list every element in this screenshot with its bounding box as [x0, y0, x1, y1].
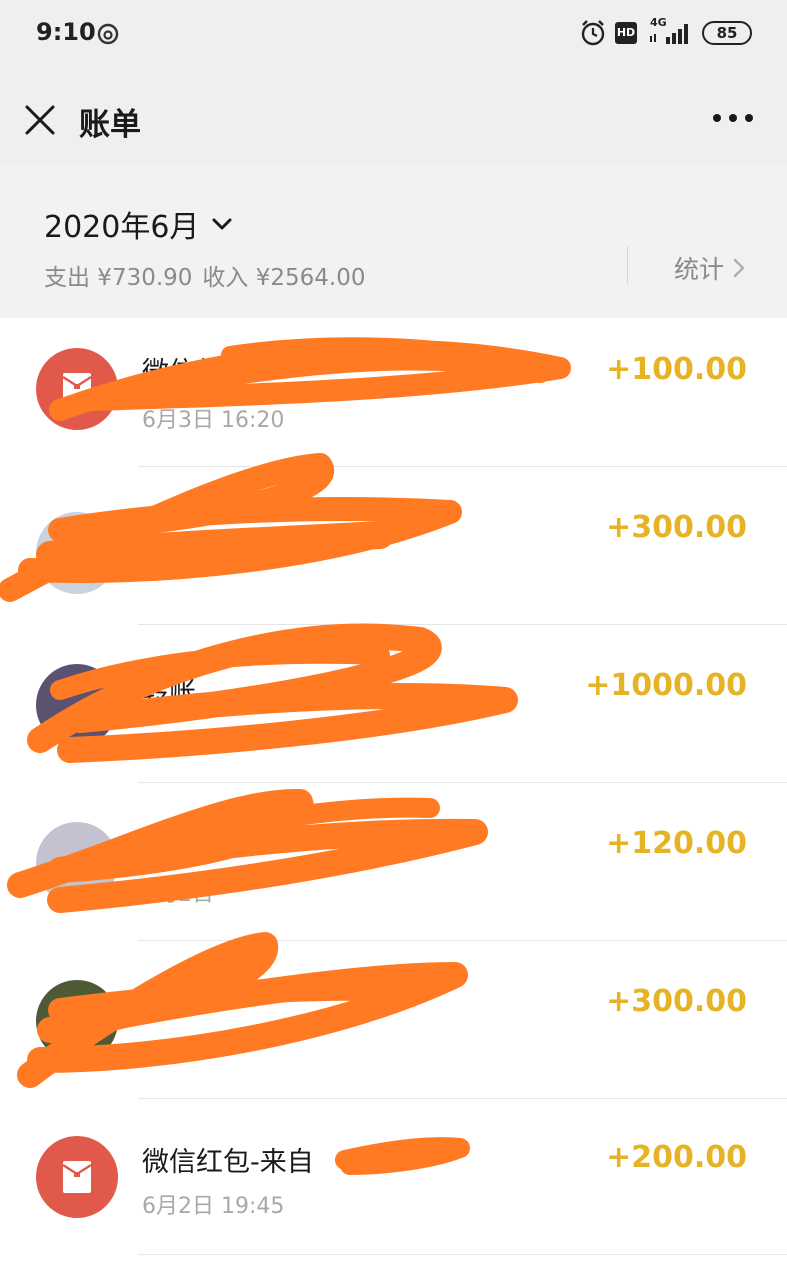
transaction-time: 6月3日 16:20: [142, 408, 285, 433]
stats-button[interactable]: 统计: [674, 250, 746, 286]
more-options-icon[interactable]: [708, 106, 758, 130]
row-divider: [138, 466, 787, 467]
transaction-row[interactable]: 转账 6月2日 +120.00: [0, 792, 787, 950]
red-packet-icon: [62, 1161, 92, 1193]
battery-indicator: 85: [702, 21, 752, 45]
close-icon[interactable]: [22, 102, 58, 138]
transaction-amount: +300.00: [606, 510, 747, 545]
signal-icon: [650, 24, 688, 44]
contact-avatar: [36, 512, 118, 594]
income-total: 收入 ¥2564.00: [202, 265, 366, 291]
contact-avatar: [36, 980, 118, 1062]
transaction-time: 6月2日 19:45: [142, 1194, 285, 1219]
transaction-title: 转账: [142, 677, 196, 708]
month-selector[interactable]: 2020年6月: [44, 202, 233, 246]
red-packet-icon: [62, 373, 92, 405]
transaction-row[interactable]: +300.00: [0, 476, 787, 634]
red-packet-avatar: [36, 1136, 118, 1218]
month-summary: 2020年6月 支出 ¥730.90 收入 ¥2564.00 统计: [0, 166, 787, 318]
contact-avatar: [36, 664, 118, 746]
chevron-down-icon: [212, 218, 232, 230]
chevron-right-icon: [733, 258, 745, 278]
red-packet-avatar: [36, 348, 118, 430]
nav-bar: 账单: [0, 68, 787, 166]
row-divider: [138, 1098, 787, 1099]
transaction-time: 6月2日: [142, 882, 214, 907]
transaction-title: 微信红包-来自: [142, 1147, 314, 1178]
transaction-title: 转账: [142, 831, 196, 862]
transaction-amount: +120.00: [606, 826, 747, 861]
transaction-amount: +100.00: [606, 352, 747, 387]
transaction-row[interactable]: 微信红包-来自 6月2日 19:45 +200.00: [0, 1108, 787, 1266]
row-divider: [138, 1254, 787, 1255]
contact-avatar: [36, 822, 118, 904]
transaction-amount: +1000.00: [585, 668, 747, 703]
transaction-amount: +300.00: [606, 984, 747, 1019]
divider: [627, 246, 628, 284]
row-divider: [138, 624, 787, 625]
transaction-row[interactable]: 转账 +300.00: [0, 950, 787, 1108]
totals: 支出 ¥730.90 收入 ¥2564.00: [44, 258, 365, 292]
month-label: 2020年6月: [44, 210, 200, 245]
hd-icon: HD: [615, 22, 637, 44]
row-divider: [138, 940, 787, 941]
transaction-title: 微信红包: [142, 357, 250, 388]
netease-music-icon: [97, 23, 119, 45]
transaction-row[interactable]: 微信红包 6月3日 16:20 +100.00: [0, 318, 787, 476]
stats-label: 统计: [674, 255, 725, 284]
status-bar: 9:10 HD 4G 85: [0, 0, 787, 68]
expense-total: 支出 ¥730.90: [44, 265, 193, 291]
page-title: 账单: [79, 107, 141, 143]
transaction-title: 转账: [142, 989, 196, 1020]
transaction-row[interactable]: 转账 +1000.00: [0, 634, 787, 792]
transaction-amount: +200.00: [606, 1140, 747, 1175]
row-divider: [138, 782, 787, 783]
alarm-icon: [581, 20, 605, 46]
status-time: 9:10: [36, 18, 96, 46]
